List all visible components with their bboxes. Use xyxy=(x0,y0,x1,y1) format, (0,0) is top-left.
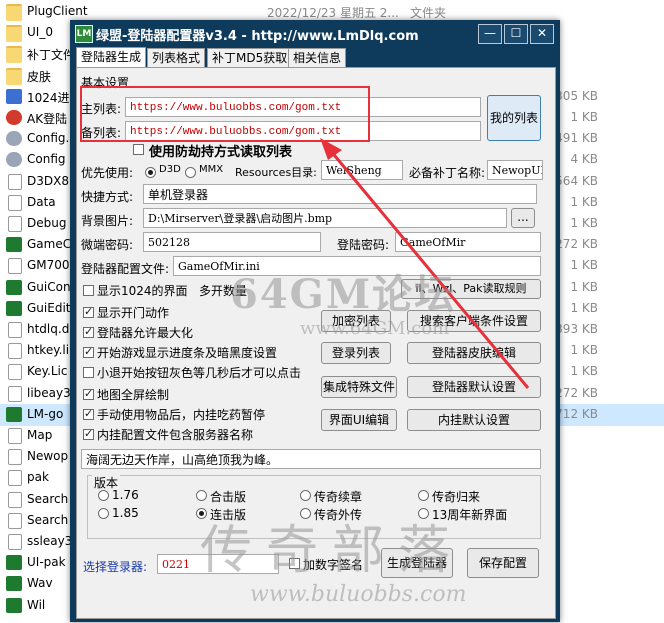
annotation-arrow-icon xyxy=(320,138,530,389)
